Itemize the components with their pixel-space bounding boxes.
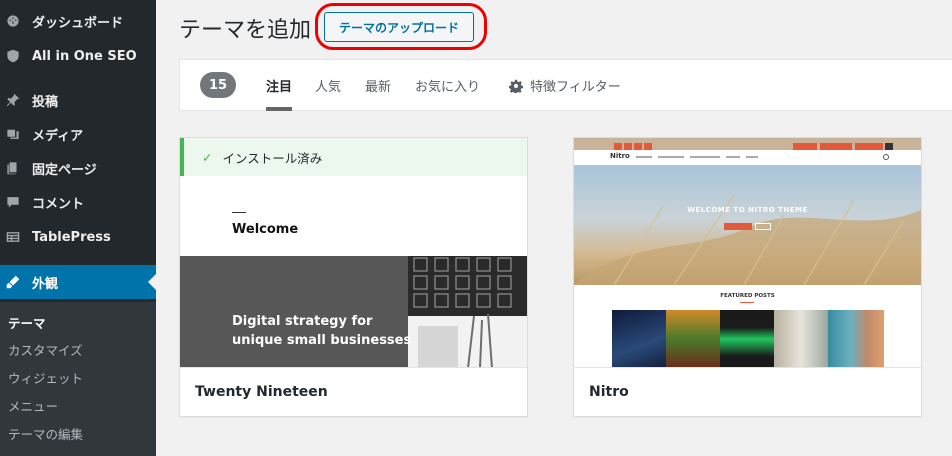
- preview-hero-button-outline: [755, 223, 771, 230]
- theme-filter-bar: 15 注目 人気 最新 お気に入り 特徴フィルター: [179, 59, 952, 111]
- dashboard-icon: [6, 14, 20, 28]
- media-icon: [6, 127, 20, 141]
- upload-theme-button[interactable]: テーマのアップロード: [324, 12, 474, 42]
- theme-name: Twenty Nineteen: [180, 367, 527, 416]
- tab-favorites[interactable]: お気に入り: [415, 76, 480, 95]
- sidebar-item-label: All in One SEO: [32, 48, 137, 64]
- tab-popular[interactable]: 人気: [315, 76, 341, 95]
- sidebar-item-comments[interactable]: コメント: [0, 185, 156, 219]
- sidebar-item-label: 固定ページ: [32, 162, 97, 178]
- sidebar-item-label: TablePress: [32, 229, 111, 245]
- preview-featured-title: FEATURED POSTS: [720, 293, 775, 299]
- sidebar-item-label: コメント: [32, 196, 85, 212]
- preview-thumb-autumn: [666, 310, 720, 368]
- gear-icon[interactable]: [509, 78, 523, 95]
- appearance-submenu: テーマ カスタマイズ ウィジェット メニュー テーマの編集: [0, 302, 156, 456]
- preview-thumb-beach: [828, 310, 884, 368]
- submenu-item-themes[interactable]: テーマ: [8, 313, 46, 332]
- sidebar-item-label: 外観: [32, 276, 59, 292]
- installed-notice: ✓ インストール済み: [180, 138, 527, 176]
- tab-featured[interactable]: 注目: [266, 76, 292, 95]
- installed-label: インストール済み: [222, 150, 323, 166]
- preview-hero-title: WELCOME TO NITRO THEME: [687, 206, 808, 214]
- admin-sidebar: ダッシュボード All in One SEO 投稿 メディア 固定ページ コメン…: [0, 0, 156, 456]
- sidebar-item-label: ダッシュボード: [32, 15, 124, 31]
- sidebar-item-label: 投稿: [32, 94, 59, 110]
- theme-count-badge: 15: [200, 72, 236, 98]
- page-title: テーマを追加: [179, 18, 312, 43]
- theme-card-nitro[interactable]: Nitro WELCOME TO NITRO THEME FEATURED PO…: [573, 137, 922, 417]
- preview-divider: [232, 212, 246, 213]
- preview-hero: Digital strategy for unique small busine…: [180, 256, 527, 368]
- sidebar-item-pages[interactable]: 固定ページ: [0, 151, 156, 185]
- pin-icon: [6, 93, 20, 107]
- preview-logo: Nitro: [610, 152, 630, 160]
- checkmark-icon: ✓: [202, 149, 213, 165]
- preview-welcome-text: Welcome: [232, 222, 299, 237]
- submenu-item-menus[interactable]: メニュー: [8, 396, 58, 415]
- tab-latest[interactable]: 最新: [365, 76, 391, 95]
- sidebar-item-label: メディア: [32, 128, 84, 144]
- theme-screenshot[interactable]: Nitro WELCOME TO NITRO THEME FEATURED PO…: [574, 138, 921, 368]
- preview-hero-button: [724, 223, 752, 230]
- sidebar-item-appearance[interactable]: 外観: [0, 265, 156, 299]
- preview-thumb-night-sky: [612, 310, 666, 368]
- active-tab-indicator: [266, 107, 292, 111]
- submenu-item-widgets[interactable]: ウィジェット: [8, 368, 83, 387]
- theme-name: Nitro: [574, 367, 921, 416]
- theme-card-twenty-nineteen[interactable]: Welcome Digital strategy for unique smal…: [179, 137, 528, 417]
- preview-featured-underline: [740, 302, 754, 303]
- table-icon: [6, 230, 20, 244]
- shield-icon: [6, 49, 20, 63]
- sidebar-item-posts[interactable]: 投稿: [0, 83, 156, 117]
- preview-calendar-photo: [408, 256, 527, 368]
- preview-topbar: [574, 138, 921, 151]
- sidebar-item-tablepress[interactable]: TablePress: [0, 220, 156, 254]
- preview-thumb-light: [774, 310, 828, 368]
- sidebar-item-seo[interactable]: All in One SEO: [0, 39, 156, 73]
- page-icon: [6, 161, 20, 175]
- preview-thumb-green: [720, 310, 774, 368]
- submenu-item-theme-editor[interactable]: テーマの編集: [8, 424, 83, 443]
- comment-icon: [6, 195, 20, 209]
- preview-headline: Digital strategy for unique small busine…: [232, 314, 412, 348]
- feature-filter-button[interactable]: 特徴フィルター: [530, 76, 621, 95]
- sidebar-item-media[interactable]: メディア: [0, 117, 156, 151]
- submenu-item-customize[interactable]: カスタマイズ: [8, 340, 83, 359]
- preview-hero-image: WELCOME TO NITRO THEME: [574, 165, 921, 286]
- appearance-icon: [6, 275, 20, 289]
- sidebar-item-dashboard[interactable]: ダッシュボード: [0, 4, 156, 38]
